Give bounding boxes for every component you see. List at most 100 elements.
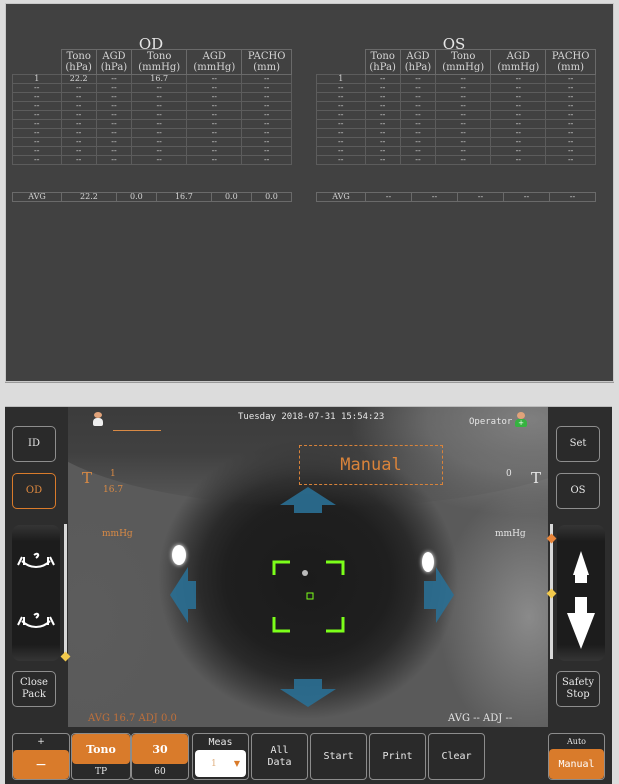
- avg-value: --: [365, 192, 412, 202]
- auto-manual-toggle[interactable]: Auto Manual: [548, 733, 605, 780]
- mode-toggle[interactable]: Tono TP: [71, 733, 131, 780]
- operator-label: Operator: [469, 417, 513, 427]
- os-button[interactable]: OS: [556, 473, 600, 509]
- avg-value: 22.2: [61, 192, 117, 202]
- os-unit: mmHg: [495, 529, 526, 539]
- set-button[interactable]: Set: [556, 426, 600, 462]
- column-header-name: Tono: [146, 51, 172, 62]
- auto-option[interactable]: Auto: [549, 734, 604, 749]
- avg-value: --: [549, 192, 596, 202]
- clear-button[interactable]: Clear: [428, 733, 485, 780]
- manual-option[interactable]: Manual: [549, 749, 604, 779]
- table-row: -- -- -- -- -- --: [316, 155, 596, 165]
- os-avg-row: AVG -- -- -- -- --: [316, 192, 596, 202]
- meas-value: 1: [211, 758, 217, 769]
- safety-stop-label: Safety Stop: [561, 677, 595, 700]
- column-header: PACHO (mm): [241, 49, 292, 75]
- table-row: -- -- -- -- -- --: [316, 146, 596, 156]
- od-unit: mmHg: [102, 529, 133, 539]
- table-cell: --: [186, 155, 243, 165]
- meas-select[interactable]: 1 ▼: [195, 750, 246, 777]
- od-avg-row: AVG 22.2 0.0 16.7 0.0 0.0: [12, 192, 293, 202]
- avg-value: --: [503, 192, 550, 202]
- id-button[interactable]: ID: [12, 426, 56, 462]
- table-row: 1 -- -- -- -- --: [316, 74, 596, 84]
- chevron-down-icon: ▼: [233, 759, 240, 768]
- plus-minus-control[interactable]: + −: [12, 733, 70, 780]
- avg-row: AVG -- -- -- -- --: [316, 192, 596, 202]
- operator-avatar-icon[interactable]: +: [515, 412, 527, 428]
- tp-mode-option[interactable]: TP: [72, 764, 130, 779]
- table-row: 1 22.2 -- 16.7 -- --: [12, 74, 292, 84]
- start-button[interactable]: Start: [310, 733, 367, 780]
- avg-value: 0.0: [250, 192, 293, 202]
- patient-name-field[interactable]: [113, 429, 161, 431]
- table-cell: --: [95, 155, 133, 165]
- print-button[interactable]: Print: [369, 733, 426, 780]
- all-data-button[interactable]: All Data: [251, 733, 308, 780]
- close-pack-button[interactable]: Close Pack: [12, 671, 56, 707]
- measurement-panel: Manual Tuesday 2018-07-31 15:54:23 Opera…: [5, 406, 612, 784]
- fixation-light: [302, 570, 308, 576]
- column-header-unit: (mmHg): [442, 62, 485, 73]
- column-header-unit: (hPa): [369, 62, 396, 73]
- avg-value: --: [457, 192, 504, 202]
- column-header-name: Tono: [370, 51, 395, 62]
- table-row: -- -- -- -- -- --: [316, 101, 596, 111]
- table-cell: --: [241, 155, 292, 165]
- chinrest-down-icon: [17, 612, 55, 628]
- table-row: -- -- -- -- -- --: [12, 119, 292, 129]
- table-row: -- -- -- -- -- --: [12, 155, 292, 165]
- height-jog[interactable]: [557, 525, 605, 661]
- column-header-name: AGD: [506, 51, 530, 62]
- arrow-right-icon: [424, 567, 454, 623]
- table-row: -- -- -- -- -- --: [12, 128, 292, 138]
- os-t-label: T: [531, 469, 542, 487]
- table-cell: --: [490, 155, 547, 165]
- meas-control: Meas 1 ▼: [192, 733, 249, 780]
- column-header: AGD (hPa): [95, 49, 133, 75]
- os-avg-adj: AVG -- ADJ --: [448, 713, 513, 724]
- minus-button[interactable]: −: [13, 750, 69, 779]
- avg-label: AVG: [316, 192, 366, 202]
- column-header-unit: (mmHg): [497, 62, 540, 73]
- chin-rest-jog[interactable]: [12, 525, 60, 661]
- height-current-marker[interactable]: [546, 588, 557, 599]
- reticle-center: [306, 592, 314, 600]
- column-header-name: AGD: [102, 51, 126, 62]
- avg-value: 0.0: [210, 192, 252, 202]
- datetime-display: Tuesday 2018-07-31 15:54:23: [238, 412, 385, 422]
- meas-label: Meas: [208, 736, 233, 748]
- focus-reticle: [272, 560, 345, 633]
- interval-30-option[interactable]: 30: [132, 734, 188, 764]
- table-row: -- -- -- -- -- --: [12, 83, 292, 93]
- column-header: AGD (mmHg): [186, 49, 243, 75]
- interval-toggle[interactable]: 30 60: [131, 733, 189, 780]
- results-panel: OD Tono (hPa) AGD (hPa) Tono (mmHg) AGD (mmHg) P…: [5, 3, 614, 382]
- patient-avatar-icon[interactable]: [93, 412, 103, 426]
- safety-stop-button[interactable]: Safety Stop: [556, 671, 600, 707]
- column-header-unit: (mm): [253, 62, 281, 73]
- od-button[interactable]: OD: [12, 473, 56, 509]
- table-cell: --: [399, 155, 437, 165]
- plus-button[interactable]: +: [13, 734, 69, 750]
- interval-60-option[interactable]: 60: [132, 764, 188, 779]
- tono-mode-option[interactable]: Tono: [72, 734, 130, 764]
- table-row: -- -- -- -- -- --: [12, 92, 292, 102]
- height-upper-marker[interactable]: [546, 533, 557, 544]
- table-row: -- -- -- -- -- --: [316, 119, 596, 129]
- arrow-up-icon: [280, 487, 336, 513]
- all-data-label: All Data: [267, 744, 292, 768]
- column-header-name: AGD: [202, 51, 226, 62]
- table-row: -- -- -- -- -- --: [316, 110, 596, 120]
- avg-label: AVG: [12, 192, 62, 202]
- move-down-icon: [567, 597, 595, 649]
- column-header-name: Tono: [66, 51, 91, 62]
- chin-position-rail: [64, 524, 67, 659]
- os-results-table: Tono (hPa) AGD (hPa) Tono (mmHg) AGD (mmHg) PACH…: [316, 49, 596, 165]
- arrow-left-icon: [170, 567, 196, 623]
- eye-camera-view[interactable]: Manual Tuesday 2018-07-31 15:54:23 Opera…: [68, 407, 548, 727]
- column-header-name: PACHO: [247, 51, 286, 62]
- avg-value: --: [411, 192, 458, 202]
- table-row: -- -- -- -- -- --: [12, 146, 292, 156]
